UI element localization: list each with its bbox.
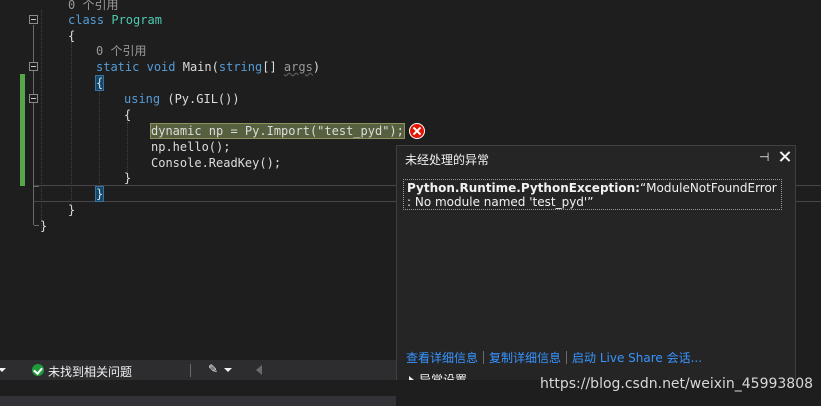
indent-guide: [99, 90, 100, 186]
watermark-url: https://blog.csdn.net/weixin_45993808: [540, 376, 814, 392]
code-line-main-open[interactable]: {: [94, 75, 105, 91]
method-name: Main: [182, 60, 212, 74]
link-separator: [566, 351, 568, 364]
zoom-dropdown-arrow-icon[interactable]: [0, 368, 6, 372]
issues-status-text[interactable]: 未找到相关问题: [48, 363, 132, 380]
code-line-namespace-close[interactable]: }: [40, 218, 47, 234]
code-line-class-open[interactable]: {: [68, 28, 75, 44]
keyword-using: using: [124, 92, 161, 106]
array-brackets: []: [262, 60, 284, 74]
keyword-static: static: [96, 60, 140, 74]
pin-icon[interactable]: ⊣: [759, 150, 773, 164]
exception-links: 查看详细信息 复制详细信息 启动 Live Share 会话...: [406, 349, 702, 366]
keyword-void: void: [146, 60, 176, 74]
indent-guide: [71, 42, 72, 204]
horizontal-scrollbar[interactable]: [0, 396, 396, 406]
code-line-readkey[interactable]: Console.ReadKey();: [151, 155, 281, 171]
current-statement-highlight: dynamic np = Py.Import("test_pyd");: [150, 123, 405, 139]
exception-message-box[interactable]: Python.Runtime.PythonException:“ModuleNo…: [403, 179, 782, 210]
copy-details-link[interactable]: 复制详细信息: [489, 351, 561, 365]
brace-match: }: [94, 186, 105, 202]
view-details-link[interactable]: 查看详细信息: [406, 351, 478, 365]
code-line-class[interactable]: class Program: [68, 12, 162, 28]
brace-match: {: [94, 75, 105, 91]
live-share-link[interactable]: 启动 Live Share 会话...: [572, 351, 702, 365]
param-name: args: [283, 60, 313, 74]
code-line-using[interactable]: using (Py.GIL()): [124, 91, 240, 107]
close-icon[interactable]: [777, 149, 793, 165]
keyword-class: class: [68, 13, 105, 27]
no-issues-check-icon: [32, 364, 44, 376]
fold-end: [34, 225, 39, 226]
using-expression: (Py.GIL()): [160, 92, 240, 106]
code-line-class-close[interactable]: }: [68, 202, 75, 218]
param-type: string: [218, 60, 263, 74]
code-line-using-open[interactable]: {: [124, 107, 131, 123]
paren-close: ): [312, 60, 321, 74]
status-divider: [190, 364, 191, 377]
popup-title: 未经处理的异常: [405, 153, 490, 167]
code-cleanup-dropdown-icon[interactable]: [224, 368, 232, 372]
exception-type: Python.Runtime.PythonException:: [407, 181, 640, 195]
code-line-hello[interactable]: np.hello();: [151, 139, 230, 155]
paren-open: (: [211, 60, 219, 74]
fold-toggle-main-icon[interactable]: [29, 62, 38, 71]
change-indicator-bar: [20, 74, 25, 186]
fold-toggle-using-icon[interactable]: [29, 94, 38, 103]
class-name: Program: [111, 13, 162, 27]
error-icon[interactable]: [409, 123, 425, 139]
editor-status-bar: 未找到相关问题 ✎: [0, 360, 396, 380]
code-lens-references[interactable]: 0 个引用: [96, 43, 146, 59]
code-line-main-close[interactable]: }: [94, 186, 105, 202]
exception-helper-popup: 未经处理的异常 ⊣ Python.Runtime.PythonException…: [396, 145, 796, 399]
code-line-current-statement[interactable]: dynamic np = Py.Import("test_pyd");: [150, 123, 405, 139]
fold-toggle-class-icon[interactable]: [29, 15, 38, 24]
code-line-main-signature[interactable]: static void Main(string[] args): [96, 59, 320, 75]
link-separator: [483, 351, 485, 364]
code-cleanup-brush-icon[interactable]: ✎: [208, 362, 218, 376]
scroll-left-icon[interactable]: [256, 365, 264, 375]
code-line-using-close[interactable]: }: [124, 170, 131, 186]
